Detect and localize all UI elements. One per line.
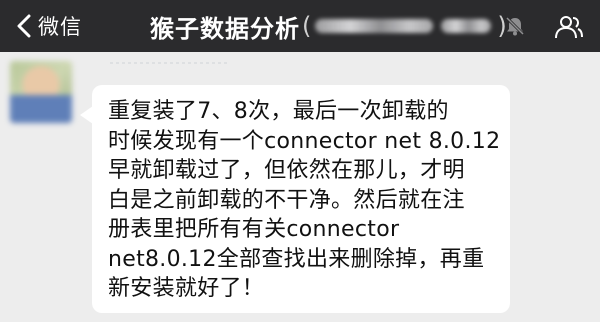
avatar[interactable] xyxy=(10,61,72,123)
message-line: 时候发现有一个connector net 8.0.12 xyxy=(108,128,501,154)
message-line: 重复装了7、8次，最后一次卸载的 xyxy=(108,99,449,124)
chat-title: 猴子数据分析 ( ) xyxy=(150,0,507,52)
message-line: 新安装就好了！ xyxy=(108,276,265,301)
back-button-label: 微信 xyxy=(38,15,82,39)
faint-divider xyxy=(110,62,230,64)
group-name: 猴子数据分析 xyxy=(150,14,300,43)
bell-slash-icon xyxy=(504,15,526,37)
message-line: 册表里把所有有关connector xyxy=(108,217,400,242)
message-line: 白是之前卸载的不干净。然后就在注 xyxy=(108,187,465,213)
message-bubble[interactable]: 重复装了7、8次，最后一次卸载的 时候发现有一个connector net 8.… xyxy=(92,85,510,313)
group-profile-icon[interactable] xyxy=(554,14,584,40)
blurred-member-count-tail xyxy=(441,19,492,33)
chat-area[interactable]: 重复装了7、8次，最后一次卸载的 时候发现有一个connector net 8.… xyxy=(0,52,600,322)
message-line: net8.0.12全部查找出来删除掉，再重 xyxy=(108,246,485,272)
blurred-member-count xyxy=(315,19,434,33)
chevron-left-icon xyxy=(14,14,34,38)
chat-header-bar: 微信 猴子数据分析 ( ) xyxy=(0,0,600,52)
back-button[interactable]: 微信 xyxy=(14,0,82,52)
message-line: 早就卸载过了，但依然在那儿，才明 xyxy=(108,158,465,183)
member-count-open-paren: ( xyxy=(302,12,312,40)
